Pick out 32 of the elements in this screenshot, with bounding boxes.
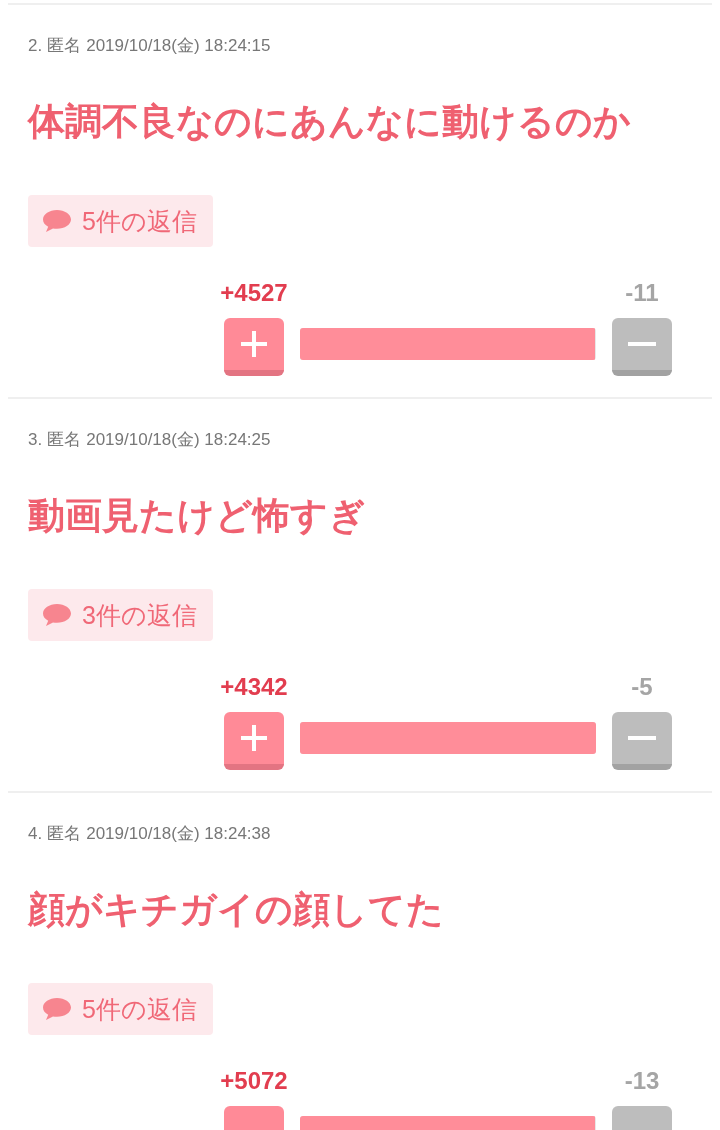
minus-icon <box>628 342 656 346</box>
replies-button[interactable]: 3件の返信 <box>28 589 213 641</box>
post-text: 顔がキチガイの顔してた <box>28 888 445 932</box>
minus-icon <box>628 736 656 740</box>
upvote-button[interactable] <box>224 712 284 770</box>
plus-icon <box>241 331 267 357</box>
post-number: 2. <box>28 35 43 57</box>
post-number: 3. <box>28 429 43 451</box>
post-text: 動画見たけど怖すぎ <box>28 494 367 538</box>
replies-button[interactable]: 5件の返信 <box>28 983 213 1035</box>
plus-icon <box>241 725 267 751</box>
author-name: 匿名 <box>47 823 82 845</box>
downvote-count: -11 <box>625 278 659 308</box>
upvote-count: +4527 <box>220 278 288 308</box>
speech-bubble-icon <box>42 603 72 627</box>
downvote-count: -13 <box>624 1066 660 1096</box>
speech-bubble-icon <box>42 997 72 1021</box>
upvote-count: +4342 <box>220 672 288 702</box>
downvote-button[interactable] <box>612 712 672 770</box>
post-number: 4. <box>28 823 43 845</box>
post-text: 体調不良なのにあんなに動けるのか <box>28 100 632 144</box>
upvote-count: +5072 <box>220 1066 288 1096</box>
speech-bubble-icon <box>42 209 72 233</box>
replies-button[interactable]: 5件の返信 <box>28 195 213 247</box>
post-date: 2019/10/18(金) 18:24:38 <box>86 823 271 845</box>
post-date: 2019/10/18(金) 18:24:15 <box>86 35 271 57</box>
downvote-count: -5 <box>631 672 653 702</box>
upvote-button[interactable] <box>224 318 284 376</box>
author-name: 匿名 <box>47 35 82 57</box>
downvote-button[interactable] <box>612 318 672 376</box>
author-name: 匿名 <box>47 429 82 451</box>
post-date: 2019/10/18(金) 18:24:25 <box>86 429 271 451</box>
